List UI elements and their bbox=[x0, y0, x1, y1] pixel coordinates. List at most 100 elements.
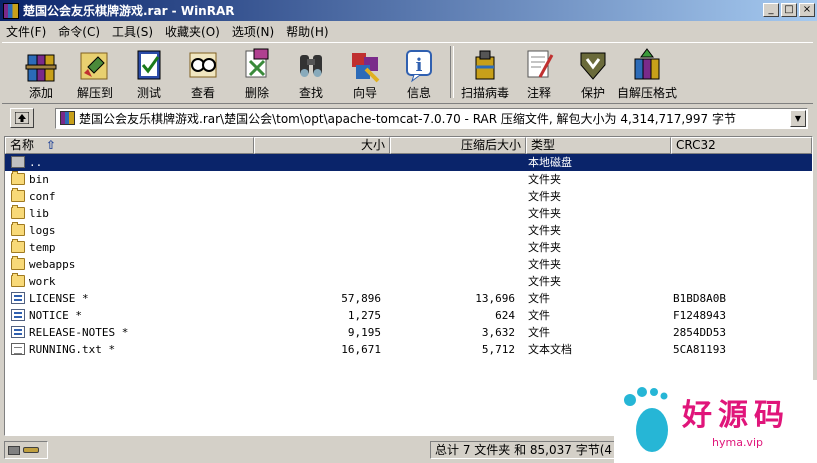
file-crc: 2854DD53 bbox=[673, 326, 726, 339]
column-name[interactable]: 名称 ⇧ bbox=[5, 137, 254, 154]
protect-icon bbox=[576, 47, 610, 83]
menu-help[interactable]: 帮助(H) bbox=[280, 23, 334, 40]
folder-icon bbox=[11, 273, 25, 287]
file-packed-size: 13,696 bbox=[475, 292, 515, 305]
file-size: 16,671 bbox=[341, 343, 381, 356]
close-button[interactable]: × bbox=[799, 3, 815, 17]
column-packed[interactable]: 压缩后大小 bbox=[390, 137, 526, 154]
file-type: 文件夹 bbox=[528, 173, 561, 186]
watermark-brand: 好源码 bbox=[682, 398, 790, 433]
file-size: 57,896 bbox=[341, 292, 381, 305]
winrar-app-icon[interactable] bbox=[3, 2, 19, 19]
window-title: 楚国公会友乐棋牌游戏.rar - WinRAR bbox=[23, 4, 235, 18]
find-icon bbox=[294, 47, 328, 83]
view-label: 查看 bbox=[190, 86, 215, 100]
title-bar[interactable]: 楚国公会友乐棋牌游戏.rar - WinRAR _ □ × bbox=[0, 0, 817, 21]
add-button[interactable]: 添加 bbox=[14, 43, 68, 101]
virus-scan-icon bbox=[468, 47, 502, 83]
file-name: RELEASE-NOTES * bbox=[29, 326, 129, 339]
menu-tools[interactable]: 工具(S) bbox=[106, 23, 159, 40]
sfx-icon bbox=[630, 47, 664, 83]
file-row-notice[interactable]: NOTICE * 1,275 624 文件 F1248943 bbox=[5, 307, 812, 324]
chevron-down-icon[interactable]: ▼ bbox=[790, 109, 806, 127]
find-label: 查找 bbox=[298, 86, 323, 100]
view-icon bbox=[186, 47, 220, 83]
file-row-logs[interactable]: logs 文件夹 bbox=[5, 222, 812, 239]
file-size: 1,275 bbox=[347, 309, 381, 322]
up-arrow-icon bbox=[15, 112, 29, 124]
file-name: temp bbox=[29, 241, 56, 254]
file-row-lib[interactable]: lib 文件夹 bbox=[5, 205, 812, 222]
comment-label: 注释 bbox=[526, 86, 551, 100]
file-type: 文件夹 bbox=[528, 258, 561, 271]
extract-to-label: 解压到 bbox=[76, 86, 113, 100]
column-size[interactable]: 大小 bbox=[254, 137, 390, 154]
folder-icon bbox=[11, 205, 25, 219]
find-button[interactable]: 查找 bbox=[284, 43, 338, 101]
menu-options[interactable]: 选项(N) bbox=[226, 23, 280, 40]
file-type: 文件 bbox=[528, 292, 550, 305]
minimize-button[interactable]: _ bbox=[763, 3, 779, 17]
file-row-license[interactable]: LICENSE * 57,896 13,696 文件 B1BD8A0B bbox=[5, 290, 812, 307]
file-packed-size: 624 bbox=[495, 309, 515, 322]
column-crc[interactable]: CRC32 bbox=[671, 137, 812, 154]
folder-icon bbox=[11, 256, 25, 270]
file-row-webapps[interactable]: webapps 文件夹 bbox=[5, 256, 812, 273]
file-row-running[interactable]: RUNNING.txt * 16,671 5,712 文本文档 5CA81193 bbox=[5, 341, 812, 358]
folder-icon bbox=[11, 222, 25, 236]
sfx-label: 自解压格式 bbox=[617, 86, 678, 100]
menu-bar: 文件(F) 命令(C) 工具(S) 收藏夹(O) 选项(N) 帮助(H) bbox=[0, 21, 817, 41]
up-folder-button[interactable] bbox=[10, 108, 34, 128]
file-row-work[interactable]: work 文件夹 bbox=[5, 273, 812, 290]
test-button[interactable]: 测试 bbox=[122, 43, 176, 101]
file-type: 文件 bbox=[528, 326, 550, 339]
comment-button[interactable]: 注释 bbox=[512, 43, 566, 101]
file-crc: F1248943 bbox=[673, 309, 726, 322]
file-size bbox=[251, 154, 381, 171]
menu-commands[interactable]: 命令(C) bbox=[52, 23, 106, 40]
wizard-button[interactable]: 向导 bbox=[338, 43, 392, 101]
file-packed-size: 5,712 bbox=[481, 343, 515, 356]
file-row-temp[interactable]: temp 文件夹 bbox=[5, 239, 812, 256]
watermark-logo: 好源码 hyma.vip bbox=[614, 380, 817, 463]
file-row-release-notes[interactable]: RELEASE-NOTES * 9,195 3,632 文件 2854DD53 bbox=[5, 324, 812, 341]
protect-button[interactable]: 保护 bbox=[566, 43, 620, 101]
file-type: 文件夹 bbox=[528, 241, 561, 254]
test-label: 测试 bbox=[136, 86, 161, 100]
protect-label: 保护 bbox=[580, 86, 605, 100]
sfx-button[interactable]: 自解压格式 bbox=[617, 43, 678, 101]
status-summary: 总计 7 文件夹 和 85,037 字节(4 bbox=[430, 441, 620, 459]
path-text: 楚国公会友乐棋牌游戏.rar\楚国公会\tom\opt\apache-tomca… bbox=[79, 111, 736, 126]
file-icon bbox=[11, 292, 25, 304]
path-combobox[interactable]: 楚国公会友乐棋牌游戏.rar\楚国公会\tom\opt\apache-tomca… bbox=[55, 107, 808, 129]
test-icon bbox=[132, 47, 166, 83]
extract-to-button[interactable]: 解压到 bbox=[68, 43, 122, 101]
file-name: logs bbox=[29, 224, 56, 237]
file-type: 文件夹 bbox=[528, 275, 561, 288]
address-bar: 楚国公会友乐棋牌游戏.rar\楚国公会\tom\opt\apache-tomca… bbox=[2, 106, 813, 130]
view-button[interactable]: 查看 bbox=[176, 43, 230, 101]
folder-icon bbox=[11, 171, 25, 185]
delete-button[interactable]: 删除 bbox=[230, 43, 284, 101]
add-label: 添加 bbox=[28, 86, 53, 100]
file-size: 9,195 bbox=[347, 326, 381, 339]
virus-scan-button[interactable]: 扫描病毒 bbox=[458, 43, 512, 101]
column-type[interactable]: 类型 bbox=[526, 137, 671, 154]
archive-icon bbox=[60, 111, 75, 125]
info-button[interactable]: i 信息 bbox=[392, 43, 446, 101]
delete-label: 删除 bbox=[244, 86, 269, 100]
file-name: bin bbox=[29, 173, 49, 186]
file-row-bin[interactable]: bin 文件夹 bbox=[5, 171, 812, 188]
menu-file[interactable]: 文件(F) bbox=[0, 23, 52, 40]
menu-favorites[interactable]: 收藏夹(O) bbox=[159, 23, 226, 40]
status-drive-indicator[interactable] bbox=[4, 441, 48, 459]
file-name: RUNNING.txt * bbox=[29, 343, 116, 356]
wizard-label: 向导 bbox=[352, 86, 377, 100]
file-name: work bbox=[29, 275, 56, 288]
column-name-label: 名称 bbox=[10, 138, 35, 152]
file-row-conf[interactable]: conf 文件夹 bbox=[5, 188, 812, 205]
file-row-parent[interactable]: .. 本地磁盘 bbox=[5, 154, 812, 171]
file-type: 本地磁盘 bbox=[528, 156, 572, 169]
file-list-header: 名称 ⇧ 大小 压缩后大小 类型 CRC32 bbox=[5, 137, 812, 154]
maximize-button[interactable]: □ bbox=[781, 3, 797, 17]
